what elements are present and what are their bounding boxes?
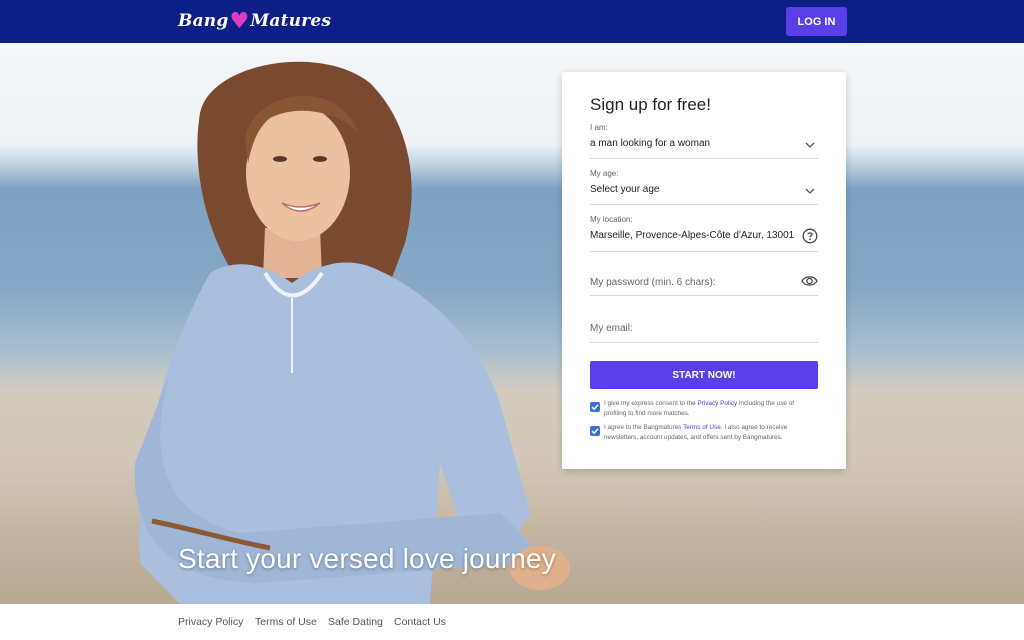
footer-link-contact-us[interactable]: Contact Us — [394, 616, 446, 628]
password-field[interactable]: My password (min. 6 chars): — [590, 268, 818, 296]
hero-section: Start your versed love journey Sign up f… — [0, 43, 1024, 604]
email-placeholder: My email: — [590, 323, 633, 334]
help-circle-icon[interactable] — [802, 228, 818, 244]
top-bar: Bang ♥ Matures LOG IN — [0, 0, 1024, 43]
footer-link-safe-dating[interactable]: Safe Dating — [328, 616, 383, 628]
site-logo[interactable]: Bang ♥ Matures — [178, 6, 331, 36]
logo-text-matures: Matures — [250, 11, 332, 31]
hero-photo-woman — [134, 61, 570, 604]
hero-tagline: Start your versed love journey — [178, 543, 556, 574]
location-input[interactable]: My location: Marseille, Provence-Alpes-C… — [590, 215, 818, 252]
age-value: Select your age — [590, 184, 660, 195]
privacy-policy-link[interactable]: Privacy Policy — [697, 400, 737, 407]
terms-consent-checkbox[interactable] — [590, 426, 600, 436]
location-label: My location: — [590, 215, 633, 224]
logo-text-bang: Bang — [178, 11, 229, 31]
privacy-consent-text: I give my express consent to the Privacy… — [604, 399, 818, 419]
age-select[interactable]: My age: Select your age — [590, 169, 818, 205]
location-value: Marseille, Provence-Alpes-Côte d'Azur, 1… — [590, 230, 795, 241]
terms-consent: I agree to the Bangmatures Terms of Use.… — [590, 423, 818, 443]
login-button[interactable]: LOG IN — [786, 7, 847, 36]
gender-value: a man looking for a woman — [590, 138, 711, 149]
signup-form: Sign up for free! I am: a man looking fo… — [562, 72, 846, 469]
consent-text-part: I agree to the Bangmatures — [604, 424, 684, 431]
terms-consent-text: I agree to the Bangmatures Terms of Use.… — [604, 423, 818, 443]
terms-of-use-link[interactable]: Terms of Use — [683, 424, 721, 431]
footer-link-terms-of-use[interactable]: Terms of Use — [255, 616, 317, 628]
gender-select[interactable]: I am: a man looking for a woman — [590, 123, 818, 159]
chevron-down-icon — [805, 188, 815, 194]
heart-icon: ♥ — [229, 8, 250, 34]
eye-icon[interactable] — [801, 274, 818, 288]
age-label: My age: — [590, 169, 619, 178]
check-icon — [591, 404, 599, 411]
start-now-button[interactable]: START NOW! — [590, 361, 818, 389]
consent-text-part: I give my express consent to the — [604, 400, 698, 407]
password-placeholder: My password (min. 6 chars): — [590, 277, 716, 288]
footer-link-privacy-policy[interactable]: Privacy Policy — [178, 616, 243, 628]
email-field[interactable]: My email: — [590, 315, 818, 343]
check-icon — [591, 428, 599, 435]
chevron-down-icon — [805, 142, 815, 148]
signup-title: Sign up for free! — [590, 95, 711, 114]
privacy-consent: I give my express consent to the Privacy… — [590, 399, 818, 419]
privacy-consent-checkbox[interactable] — [590, 402, 600, 412]
gender-label: I am: — [590, 123, 608, 132]
footer: Privacy Policy Terms of Use Safe Dating … — [0, 604, 1024, 640]
